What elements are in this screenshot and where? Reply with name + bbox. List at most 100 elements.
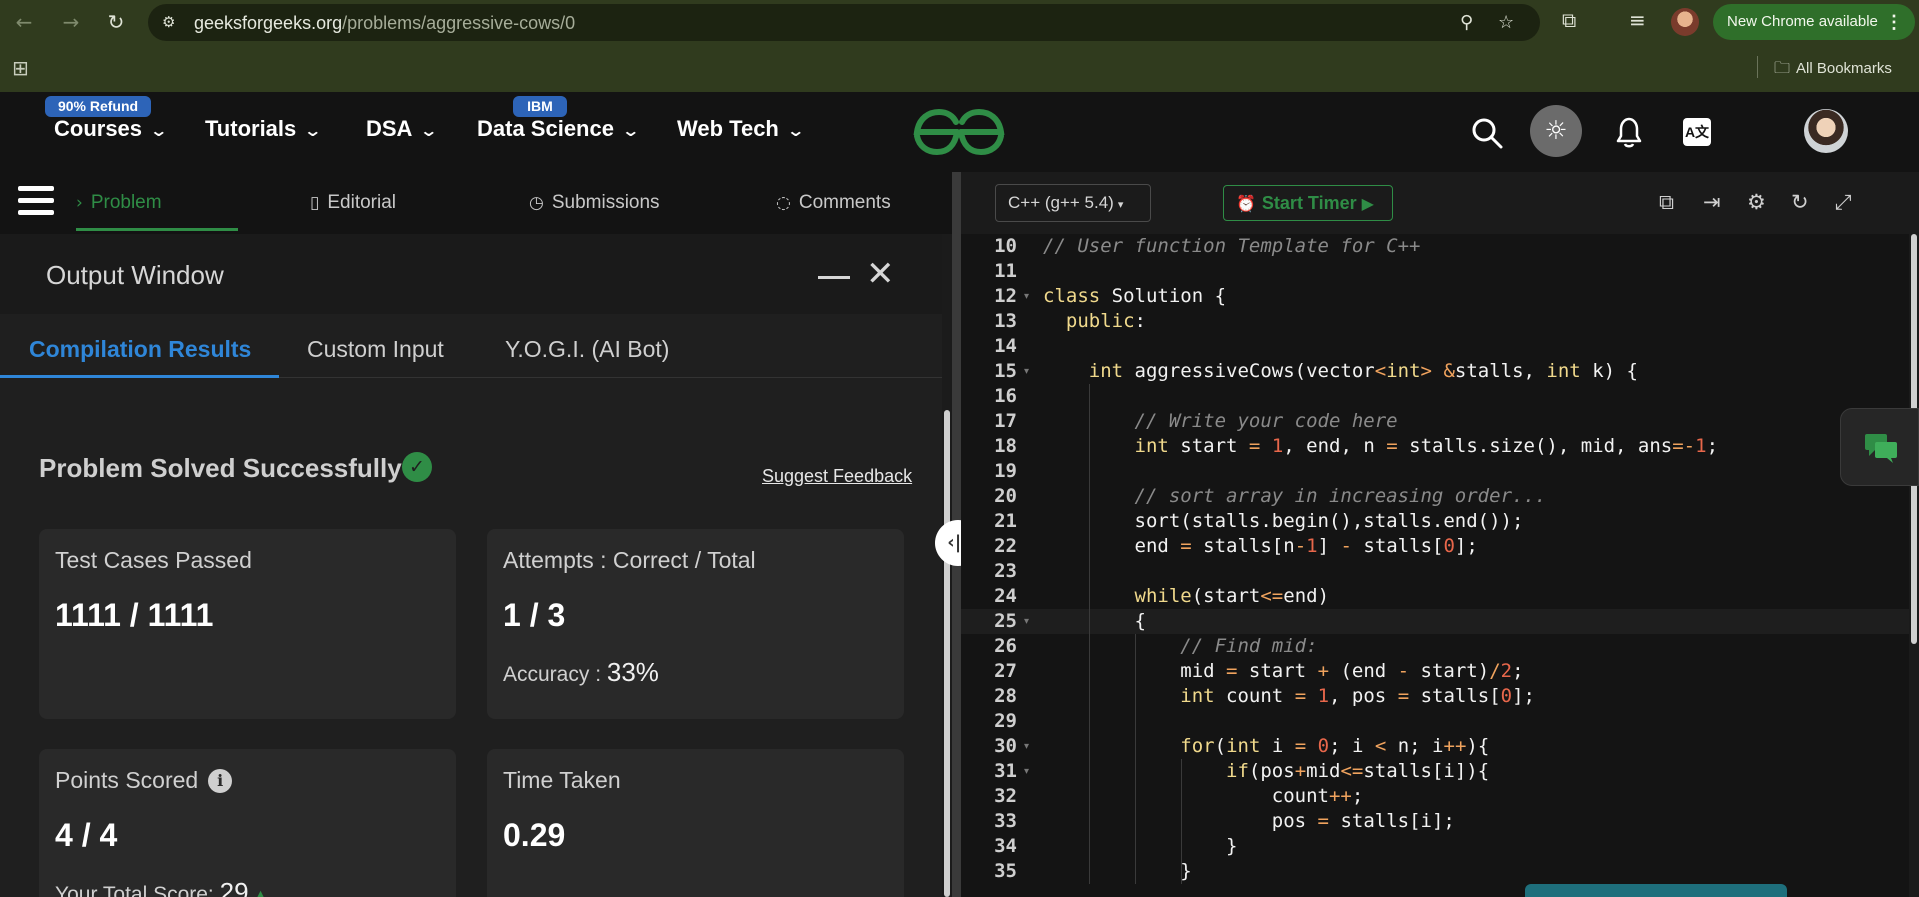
test-cases-card: Test Cases Passed 1111 / 1111 (39, 529, 456, 719)
menu-hamburger-icon[interactable] (18, 186, 54, 216)
fold-arrow-icon[interactable]: ▾ (1024, 359, 1029, 384)
fold-arrow-icon[interactable]: ▾ (1024, 284, 1029, 309)
tab-yogi-ai-bot[interactable]: Y.O.G.I. (AI Bot) (505, 336, 669, 363)
suggest-feedback-link[interactable]: Suggest Feedback (762, 466, 912, 487)
media-icon[interactable]: ≡ (1629, 8, 1646, 32)
code-line[interactable]: 18 int start = 1, end, n = stalls.size()… (961, 434, 1909, 459)
line-number: 16 (994, 385, 1017, 407)
tab-editorial[interactable]: ▯ Editorial (310, 192, 396, 214)
notification-bell-icon[interactable] (1612, 114, 1646, 150)
code-line[interactable]: 15 ▾ int aggressiveCows(vector<int> &stal… (961, 359, 1909, 384)
address-bar[interactable]: ⚙ geeksforgeeks.org/problems/aggressive-… (148, 4, 1540, 41)
settings-gear-icon[interactable]: ⚙ (1747, 190, 1766, 214)
code-text: public: (1065, 310, 1146, 332)
new-chrome-button[interactable]: New Chrome available ⋮ (1713, 4, 1915, 40)
code-line[interactable]: 22 end = stalls[n-1] - stalls[0]; (961, 534, 1909, 559)
time-card: Time Taken 0.29 (487, 749, 904, 897)
bottom-action-bar[interactable] (1525, 884, 1787, 897)
minimize-icon[interactable] (818, 276, 850, 279)
chat-icon (1865, 434, 1897, 463)
fold-arrow-icon[interactable]: ▾ (1024, 759, 1029, 784)
code-line[interactable]: 10 // User function Template for C++ (961, 234, 1909, 259)
tab-submissions[interactable]: ◷ Submissions (529, 192, 660, 214)
line-number: 35 (994, 860, 1017, 882)
copy-icon[interactable]: ⧉ (1659, 190, 1674, 215)
close-icon[interactable]: ✕ (866, 254, 895, 294)
code-line[interactable]: 27 mid = start + (end - start)/2; (961, 659, 1909, 684)
language-select[interactable]: C++ (g++ 5.4) ▾ (995, 184, 1151, 222)
tab-custom-input[interactable]: Custom Input (307, 336, 444, 363)
site-info-icon[interactable]: ⚙ (162, 13, 182, 33)
code-editor[interactable]: 10 // User function Template for C++ 11 12 ▾… (961, 234, 1919, 897)
fold-arrow-icon[interactable]: ▾ (1024, 734, 1029, 759)
nav-dsa[interactable]: DSA ⌄ (366, 116, 439, 142)
code-line[interactable]: 35 } (961, 859, 1909, 884)
fullscreen-icon[interactable]: ⤢ (1835, 190, 1852, 215)
profile-avatar[interactable] (1671, 8, 1699, 36)
problem-icon: › (76, 193, 83, 213)
menu-dots-icon[interactable]: ⋮ (1885, 4, 1903, 40)
start-timer-button[interactable]: ⏰ Start Timer ▶ (1223, 185, 1393, 221)
gfg-logo[interactable] (911, 108, 1007, 156)
line-number: 14 (994, 335, 1017, 357)
code-line[interactable]: 30 ▾ for(int i = 0; i < n; i++){ (961, 734, 1909, 759)
info-icon[interactable]: i (208, 769, 233, 793)
code-text: if(pos+mid<=stalls[i]){ (1226, 760, 1490, 782)
code-line[interactable]: 13 public: (961, 309, 1909, 334)
tab-problem[interactable]: › Problem (76, 192, 162, 214)
code-line[interactable]: 19 (961, 459, 1909, 484)
code-line[interactable]: 34 } (961, 834, 1909, 859)
user-avatar[interactable] (1804, 109, 1848, 153)
code-line[interactable]: 12 ▾ class Solution { (961, 284, 1909, 309)
code-line[interactable]: 28 int count = 1, pos = stalls[0]; (961, 684, 1909, 709)
extensions-icon[interactable]: ⧉ (1562, 8, 1576, 32)
nav-courses[interactable]: Courses ⌄ (54, 116, 168, 142)
code-line[interactable]: 17 // Write your code here (961, 409, 1909, 434)
active-tab-indicator (76, 228, 238, 231)
zoom-icon[interactable]: ⚲ (1460, 12, 1473, 33)
forward-icon[interactable]: → (57, 8, 85, 36)
code-line[interactable]: 31 ▾ if(pos+mid<=stalls[i]){ (961, 759, 1909, 784)
search-icon[interactable] (1470, 116, 1504, 150)
all-bookmarks-button[interactable]: 🗀 All Bookmarks (1774, 57, 1892, 84)
translate-icon[interactable]: A文 (1683, 118, 1711, 146)
indent-guide (1089, 384, 1090, 884)
code-text: } (1043, 860, 1192, 882)
tab-comments[interactable]: ◌ Comments (776, 192, 891, 214)
nav-tutorials[interactable]: Tutorials ⌄ (205, 116, 322, 142)
nav-data-science[interactable]: Data Science ⌄ (477, 116, 640, 142)
code-line[interactable]: 25 ▾ { (961, 609, 1909, 634)
import-icon[interactable]: ⇥ (1703, 190, 1721, 214)
code-line[interactable]: 21 sort(stalls.begin(),stalls.end()); (961, 509, 1909, 534)
code-line[interactable]: 33 pos = stalls[i]; (961, 809, 1909, 834)
reset-icon[interactable]: ↻ (1791, 190, 1809, 214)
editor-scrollbar[interactable] (1909, 234, 1919, 897)
code-line[interactable]: 20 // sort array in increasing order... (961, 484, 1909, 509)
line-number: 23 (994, 560, 1017, 582)
apps-grid-icon[interactable]: ⊞ (12, 56, 29, 80)
code-line[interactable]: 26 // Find mid: (961, 634, 1909, 659)
points-value: 4 / 4 (55, 817, 118, 853)
chevron-down-icon: ⌄ (786, 121, 805, 140)
theme-toggle-sun-icon[interactable]: ☼ (1530, 105, 1582, 157)
chat-button[interactable] (1840, 408, 1919, 486)
left-scrollbar[interactable] (942, 234, 952, 897)
bookmark-star-icon[interactable]: ☆ (1498, 12, 1514, 33)
accuracy: Accuracy : 33% (503, 657, 659, 687)
code-line[interactable]: 14 (961, 334, 1909, 359)
code-line[interactable]: 23 (961, 559, 1909, 584)
output-window-header: Output Window ✕ (0, 234, 942, 314)
fold-arrow-icon[interactable]: ▾ (1024, 609, 1029, 634)
code-line[interactable]: 11 (961, 259, 1909, 284)
nav-web-tech[interactable]: Web Tech ⌄ (677, 116, 805, 142)
code-line[interactable]: 16 (961, 384, 1909, 409)
back-icon[interactable]: ← (10, 8, 38, 36)
tab-compilation-results[interactable]: Compilation Results (29, 336, 251, 363)
line-number: 33 (994, 810, 1017, 832)
line-number: 24 (994, 585, 1017, 607)
code-line[interactable]: 29 (961, 709, 1909, 734)
left-scrollbar-thumb[interactable] (944, 410, 950, 897)
reload-icon[interactable]: ↻ (102, 8, 130, 36)
code-line[interactable]: 32 count++; (961, 784, 1909, 809)
code-line[interactable]: 24 while(start<=end) (961, 584, 1909, 609)
